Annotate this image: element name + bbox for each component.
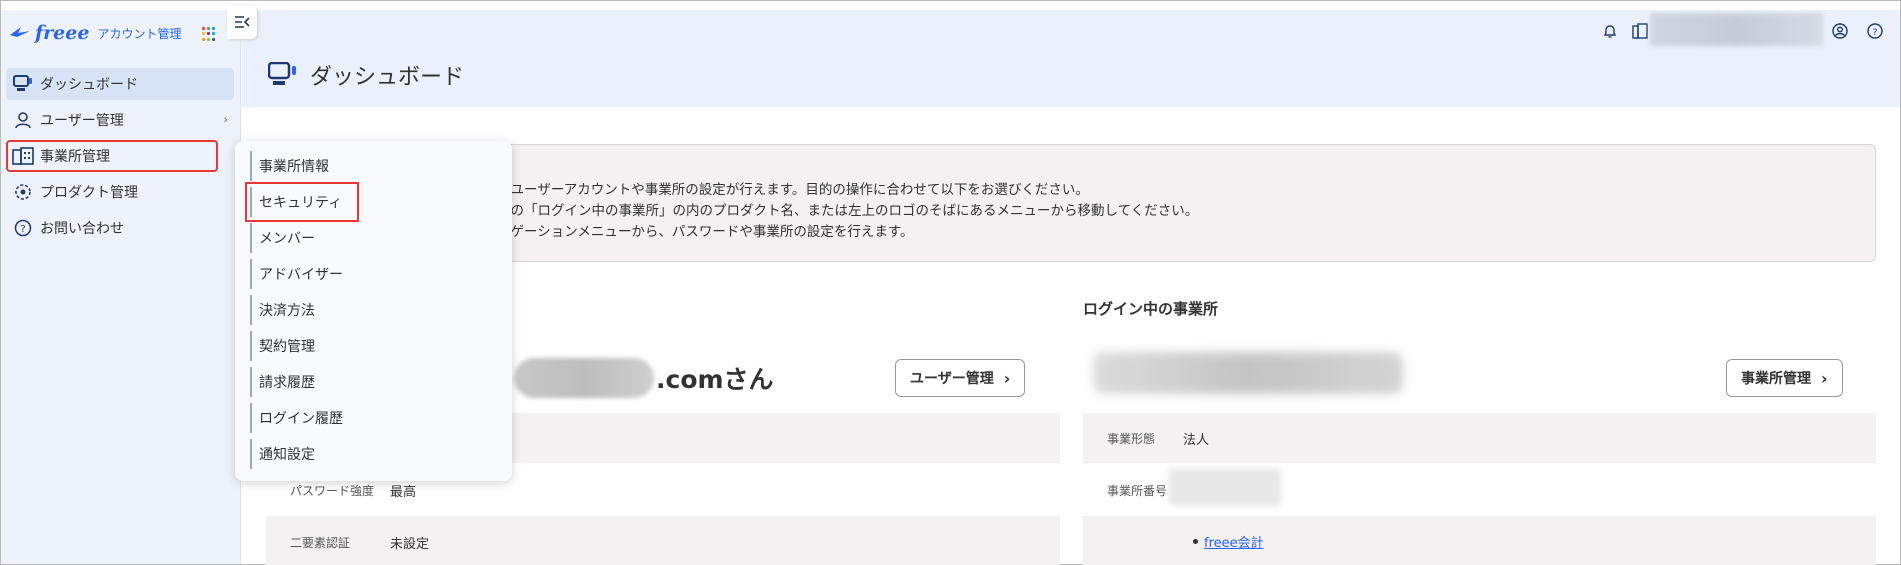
chevron-right-icon: › (1821, 368, 1828, 388)
button-label: ユーザー管理 (910, 371, 994, 387)
freee-logo[interactable]: freee アカウント管理 (9, 22, 181, 44)
sidebar-item-label: プロダクト管理 (40, 185, 138, 201)
product-icon (12, 181, 34, 203)
bullet (1193, 539, 1198, 544)
submenu-item-security[interactable]: セキュリティ (245, 182, 359, 222)
submenu-item-advisor[interactable]: アドバイザー (250, 259, 512, 289)
button-label: 事業所管理 (1741, 371, 1811, 387)
submenu-item-payment[interactable]: 決済方法 (250, 295, 512, 325)
help-icon[interactable]: ? (1867, 23, 1883, 39)
logo-mark: freee (35, 22, 90, 44)
sidebar-item-products[interactable]: プロダクト管理 (6, 176, 234, 208)
info-line: を (497, 159, 1875, 180)
sidebar-item-office[interactable]: 事業所管理 (6, 140, 218, 172)
sidebar-item-contact[interactable]: ? お問い合わせ (6, 212, 234, 244)
field-value: 未設定 (390, 537, 430, 552)
user-email-suffix: .comさん (656, 365, 774, 394)
email-blurred (514, 358, 654, 398)
bird-icon (10, 27, 30, 37)
help-icon: ? (12, 217, 34, 239)
office-switch-icon[interactable] (1632, 23, 1648, 39)
office-number-blurred (1169, 468, 1281, 506)
user-management-button[interactable]: ユーザー管理 › (895, 359, 1026, 397)
user-row-shade (266, 516, 1060, 565)
sidebar-item-users[interactable]: ユーザー管理 › (6, 104, 234, 136)
dashboard-icon (12, 73, 34, 95)
submenu-item-login-history[interactable]: ログイン履歴 (250, 403, 512, 433)
account-icon[interactable] (1832, 23, 1848, 39)
sidebar: freee アカウント管理 ダッシュボード ユーザー管理 › 事業所管理 プロダ… (1, 10, 241, 564)
field-label: パスワード強度 (290, 484, 375, 498)
office-submenu: 事業所情報 セキュリティ メンバー アドバイザー 決済方法 契約管理 請求履歴 … (235, 141, 512, 481)
office-row-shade (1083, 516, 1876, 565)
page-title: ダッシュボード (310, 65, 465, 90)
submenu-item-billing-history[interactable]: 請求履歴 (250, 367, 512, 397)
sidebar-item-label: お問い合わせ (40, 221, 124, 237)
app-switcher-icon[interactable] (202, 27, 216, 41)
info-line: 側の「ログイン中の事業所」の内のプロダクト名、または左上のロゴのそばにあるメニュ… (497, 203, 1199, 219)
office-section-heading: ログイン中の事業所 (1083, 300, 1219, 318)
collapse-icon (235, 16, 250, 28)
svg-text:?: ? (20, 224, 25, 235)
submenu-item-notifications[interactable]: 通知設定 (250, 439, 512, 469)
sidebar-nav: ダッシュボード ユーザー管理 › 事業所管理 プロダクト管理 ? お問い合わせ (6, 68, 234, 248)
chevron-right-icon: › (223, 113, 228, 126)
field-label: 二要素認証 (290, 536, 351, 550)
chevron-right-icon: › (1003, 368, 1011, 388)
page-title-wrap: ダッシュボード (268, 59, 464, 91)
field-label: 事業所番号 (1107, 484, 1168, 498)
info-line: のユーザーアカウントや事業所の設定が行えます。目的の操作に合わせて以下をお選びく… (497, 182, 1089, 198)
sidebar-item-dashboard[interactable]: ダッシュボード (6, 68, 234, 100)
field-label: 事業形態 (1107, 432, 1156, 446)
account-name-blurred[interactable] (1650, 13, 1823, 46)
field-value: 最高 (390, 485, 417, 500)
user-icon (12, 109, 34, 131)
user-email: .comさん (514, 358, 774, 398)
bell-icon[interactable] (1602, 23, 1618, 39)
sidebar-item-label: ダッシュボード (40, 77, 138, 93)
info-box: を のユーザーアカウントや事業所の設定が行えます。目的の操作に合わせて以下をお選… (496, 144, 1876, 262)
svg-text:?: ? (1873, 28, 1878, 38)
collapse-sidebar-button[interactable] (227, 5, 257, 39)
info-line: ビゲーションメニューから、パスワードや事業所の設定を行えます。 (497, 224, 914, 240)
office-management-button[interactable]: 事業所管理 › (1726, 359, 1843, 397)
office-name-blurred (1093, 352, 1403, 394)
product-link[interactable]: freee会計 (1204, 532, 1264, 551)
sidebar-item-label: ユーザー管理 (40, 113, 124, 129)
sidebar-item-label: 事業所管理 (40, 149, 110, 165)
field-value: 法人 (1183, 433, 1210, 448)
dashboard-icon (268, 62, 296, 85)
logo-subtitle: アカウント管理 (97, 26, 182, 41)
submenu-item-contract[interactable]: 契約管理 (250, 331, 512, 361)
office-icon (12, 145, 34, 167)
submenu-item-members[interactable]: メンバー (250, 223, 512, 253)
submenu-item-office-info[interactable]: 事業所情報 (250, 151, 512, 181)
